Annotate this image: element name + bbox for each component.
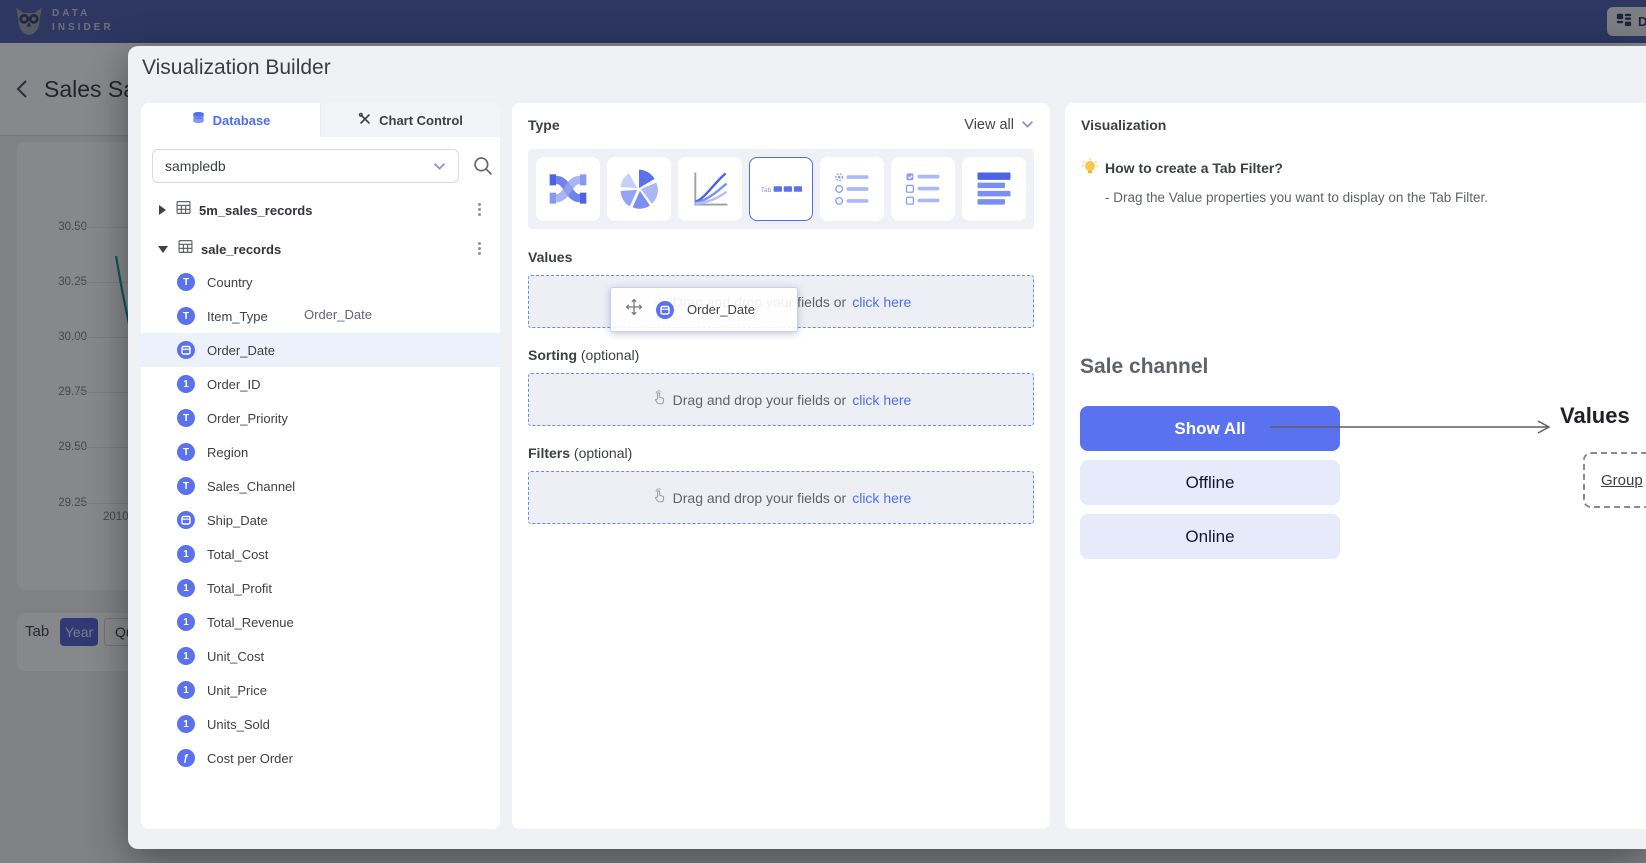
function-field-icon: ƒ [177, 749, 195, 767]
drag-source-label: Order_Date [304, 307, 372, 322]
field-row-total-cost[interactable]: 1Total_Cost [141, 537, 500, 571]
field-row-cost-per-order[interactable]: ƒCost per Order [141, 741, 500, 775]
number-field-icon: 1 [177, 375, 195, 393]
chart-type-strip: Tab [528, 149, 1034, 229]
chart-type-line[interactable] [678, 157, 742, 221]
lightbulb-icon [1080, 158, 1100, 183]
tap-hand-icon [651, 488, 667, 507]
number-field-icon: 1 [177, 715, 195, 733]
caret-right-icon[interactable] [159, 205, 166, 215]
tip-title: How to create a Tab Filter? [1105, 160, 1283, 176]
chart-type-data-list[interactable] [962, 157, 1026, 221]
visualization-panel: Visualization How to create a Tab Filter… [1065, 103, 1646, 829]
more-options-icon[interactable] [478, 203, 482, 217]
chart-type-pie[interactable] [607, 157, 671, 221]
date-field-icon [177, 341, 195, 359]
field-row-units-sold[interactable]: 1Units_Sold [141, 707, 500, 741]
number-field-icon: 1 [177, 613, 195, 631]
field-row-total-profit[interactable]: 1Total_Profit [141, 571, 500, 605]
type-section-label: Type [528, 117, 560, 133]
filters-section-label: Filters (optional) [528, 445, 632, 461]
chart-type-checkbox-list[interactable] [891, 157, 955, 221]
tab-chart-control[interactable]: Chart Control [320, 103, 500, 137]
field-row-country[interactable]: TCountry [141, 265, 500, 299]
caret-down-icon[interactable] [158, 246, 168, 253]
annotation-group-label: Group [1601, 472, 1643, 489]
click-here-link[interactable]: click here [852, 392, 911, 408]
tab-database[interactable]: Database [141, 103, 320, 137]
field-row-ship-date[interactable]: Ship_Date [141, 503, 500, 537]
database-select-value: sampledb [165, 158, 226, 174]
annotation-group-box: Group [1583, 452, 1646, 508]
dragged-field-card[interactable]: Order_Date [610, 287, 798, 332]
dragged-field-label: Order_Date [687, 302, 755, 317]
svg-text:Tab: Tab [761, 187, 772, 194]
text-field-icon: T [177, 307, 195, 325]
field-row-total-revenue[interactable]: 1Total_Revenue [141, 605, 500, 639]
field-row-order-priority[interactable]: TOrder_Priority [141, 401, 500, 435]
tap-hand-icon [651, 390, 667, 409]
text-field-icon: T [177, 443, 195, 461]
move-icon [625, 298, 643, 321]
database-select[interactable]: sampledb [152, 149, 459, 183]
table-row-5m-sales-records[interactable]: 5m_sales_records [141, 195, 500, 225]
left-panel-tabs: Database Chart Control [141, 103, 500, 137]
table-row-sale-records[interactable]: sale_records [141, 234, 500, 264]
table-icon [178, 239, 193, 259]
annotation-value-label: Values [1560, 403, 1630, 429]
preview-button-offline[interactable]: Offline [1080, 460, 1340, 505]
sorting-section-label: Sorting (optional) [528, 347, 639, 363]
tools-icon [358, 112, 372, 129]
field-row-order-id[interactable]: 1Order_ID [141, 367, 500, 401]
visualization-builder-modal: Visualization Builder Database Chart Con… [128, 46, 1646, 849]
values-section-label: Values [528, 249, 572, 265]
field-row-unit-cost[interactable]: 1Unit_Cost [141, 639, 500, 673]
date-field-icon [656, 301, 674, 319]
field-row-region[interactable]: TRegion [141, 435, 500, 469]
click-here-link[interactable]: click here [852, 294, 911, 310]
field-list: TCountry TItem_Type Order_Date 1Order_ID… [141, 265, 500, 775]
modal-title: Visualization Builder [142, 56, 331, 80]
text-field-icon: T [177, 477, 195, 495]
click-here-link[interactable]: click here [852, 490, 911, 506]
text-field-icon: T [177, 273, 195, 291]
preview-title: Sale channel [1080, 355, 1208, 379]
date-field-icon [177, 511, 195, 529]
number-field-icon: 1 [177, 647, 195, 665]
chevron-down-icon [1021, 117, 1034, 133]
chart-type-radio-list[interactable] [820, 157, 884, 221]
more-options-icon[interactable] [478, 242, 482, 256]
number-field-icon: 1 [177, 579, 195, 597]
sorting-dropzone[interactable]: Drag and drop your fields or click here [528, 373, 1034, 426]
tip-body: - Drag the Value properties you want to … [1105, 190, 1488, 205]
search-icon[interactable] [472, 155, 494, 177]
visualization-title: Visualization [1081, 117, 1166, 133]
database-panel: Database Chart Control sampledb [141, 103, 500, 829]
preview-button-online[interactable]: Online [1080, 514, 1340, 559]
chart-type-sankey[interactable] [536, 157, 600, 221]
field-row-sales-channel[interactable]: TSales_Channel [141, 469, 500, 503]
number-field-icon: 1 [177, 545, 195, 563]
table-icon [176, 200, 191, 220]
number-field-icon: 1 [177, 681, 195, 699]
field-row-order-date[interactable]: Order_Date [141, 333, 500, 367]
chart-type-tab-filter[interactable]: Tab [749, 157, 813, 221]
annotation-arrow [1270, 419, 1560, 435]
text-field-icon: T [177, 409, 195, 427]
screen: DATA INSIDER Dashboard Sales Sa 30.50 30… [0, 0, 1646, 863]
database-icon [191, 111, 206, 129]
filters-dropzone[interactable]: Drag and drop your fields or click here [528, 471, 1034, 524]
chevron-down-icon [433, 158, 446, 174]
chart-config-panel: Type View all Tab [512, 103, 1050, 829]
view-all-dropdown[interactable]: View all [964, 117, 1034, 133]
field-row-unit-price[interactable]: 1Unit_Price [141, 673, 500, 707]
